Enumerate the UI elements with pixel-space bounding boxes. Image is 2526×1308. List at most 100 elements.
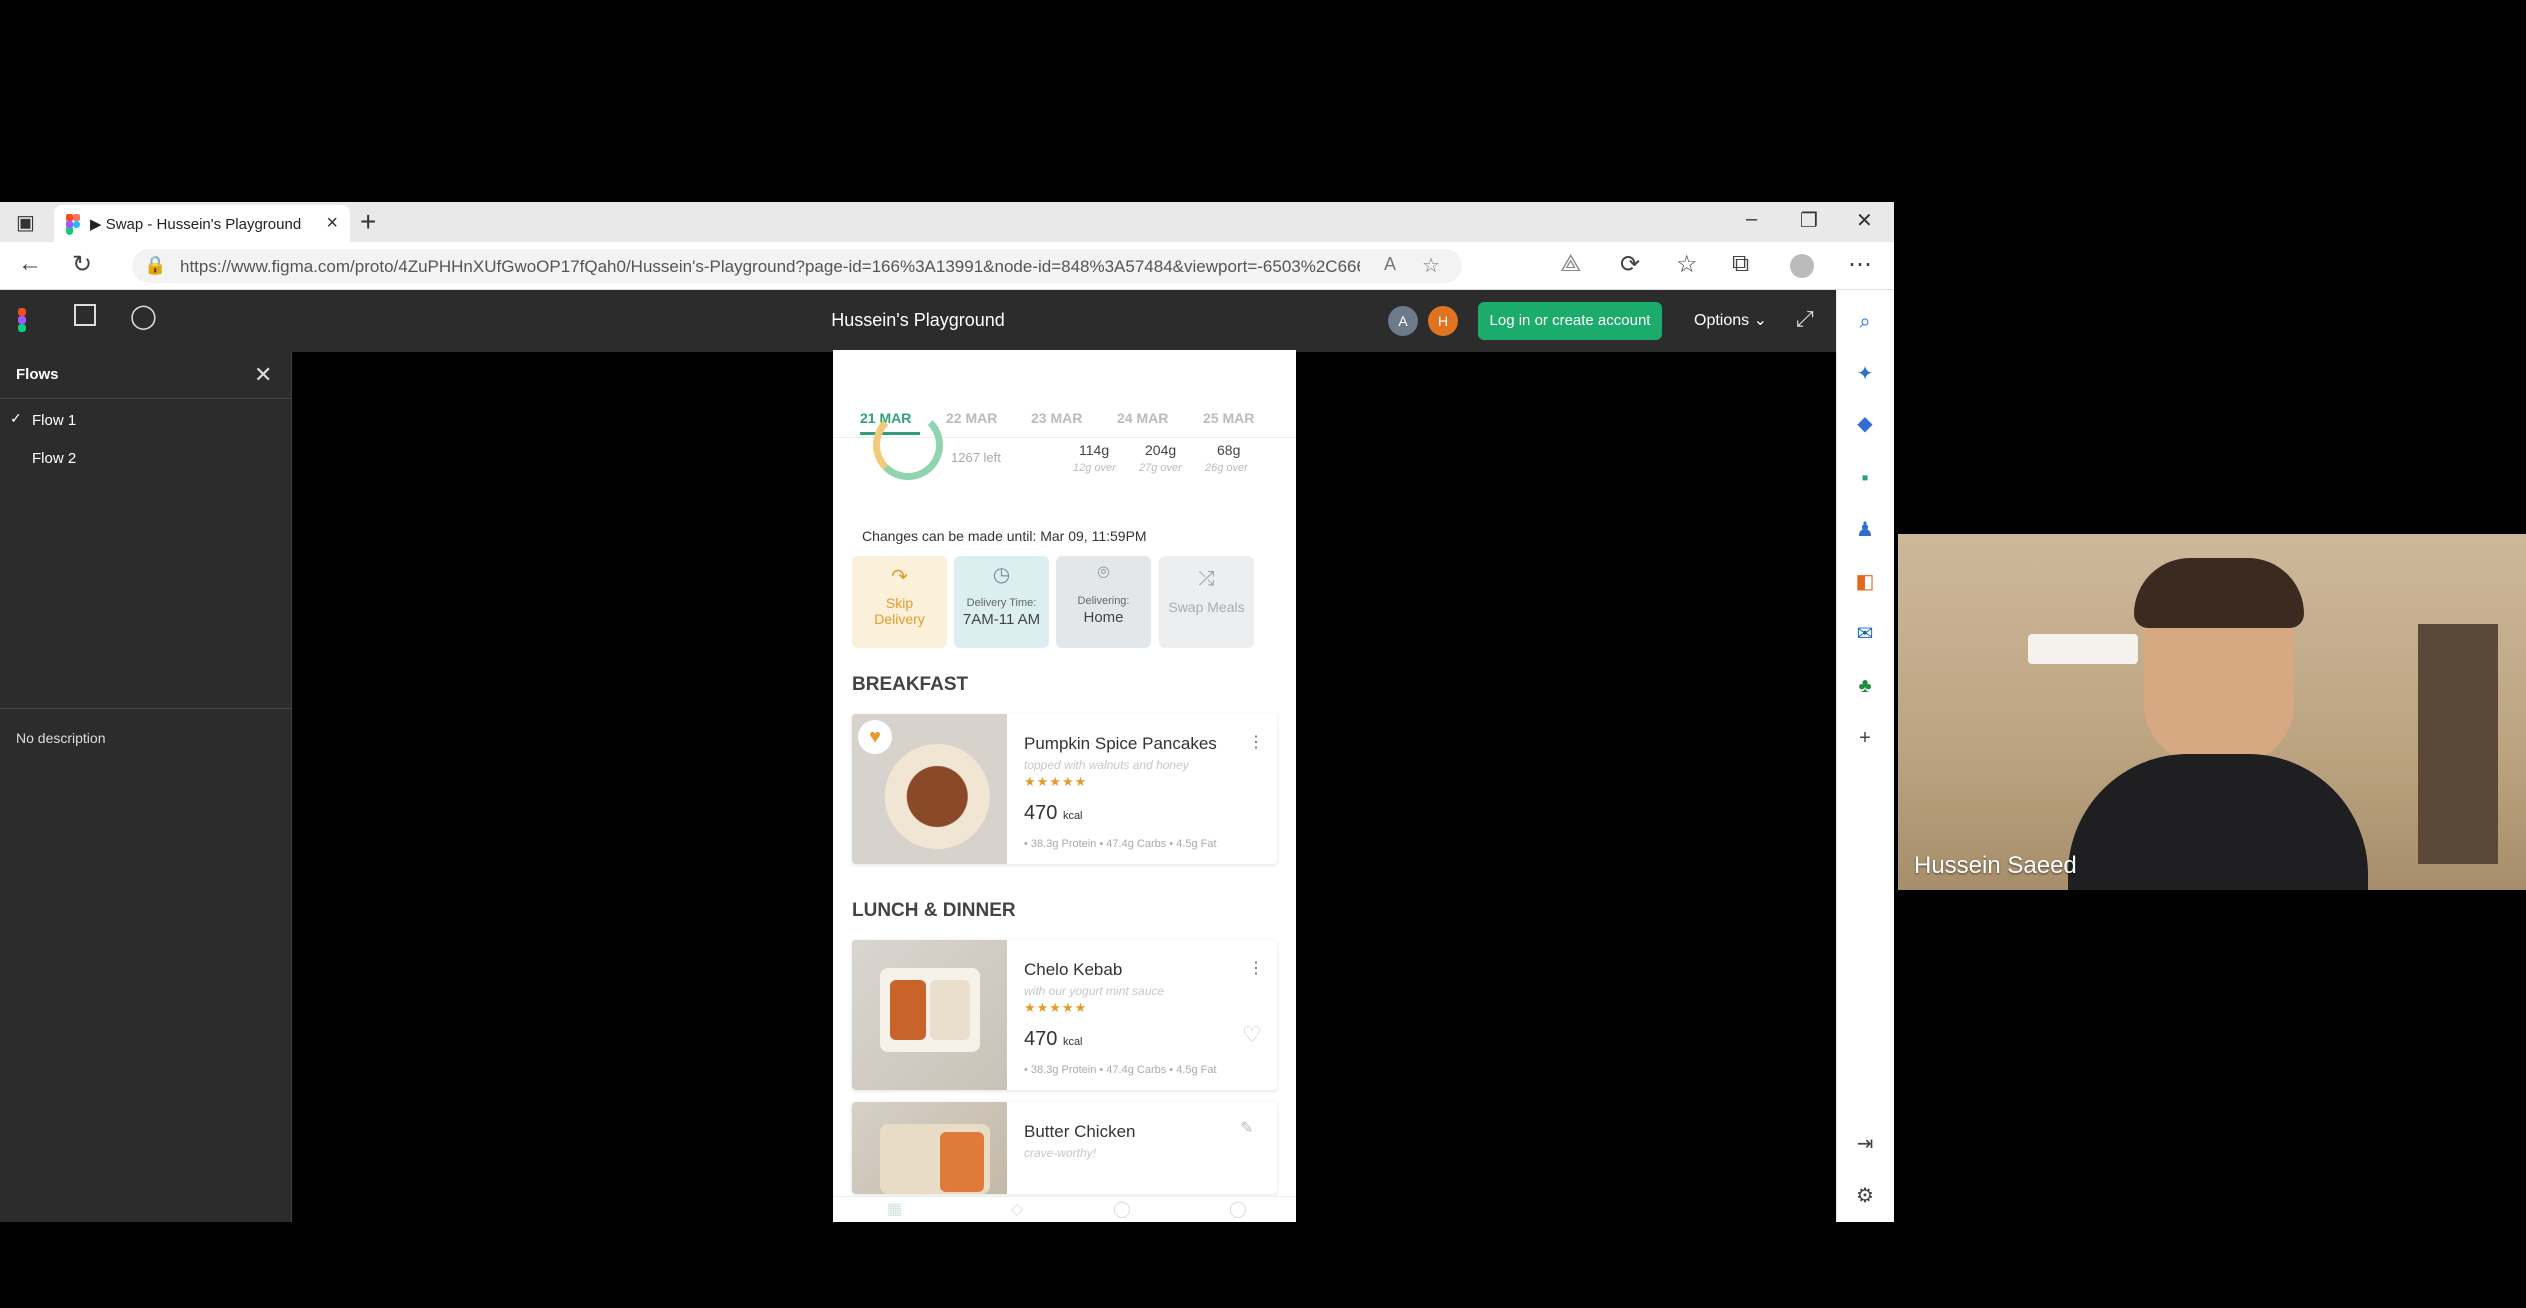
extension-icon[interactable]: ⟁ <box>1560 250 1581 278</box>
avatar[interactable]: H <box>1428 306 1458 336</box>
delivering-button[interactable]: ⌾ Delivering: Home <box>1056 556 1151 648</box>
close-icon[interactable]: ✕ <box>254 362 272 388</box>
avatar[interactable]: A <box>1388 306 1418 336</box>
clock-icon: ◷ <box>992 564 1011 586</box>
new-tab-icon[interactable]: + <box>360 206 376 238</box>
refresh-icon[interactable]: ↻ <box>72 250 92 279</box>
fullscreen-icon[interactable]: ⤢ <box>1796 306 1814 332</box>
rating-stars: ★★★★★ <box>1024 1000 1088 1015</box>
macro-value: 68g <box>1217 442 1241 458</box>
profile-tab-icon[interactable]: ◯ <box>1229 1199 1247 1219</box>
outlook-icon[interactable]: ✉ <box>1853 622 1877 646</box>
read-aloud-icon[interactable]: A <box>1384 254 1396 275</box>
tools-icon[interactable]: ▪ <box>1853 466 1877 490</box>
date-tab[interactable]: 25 MAR <box>1203 410 1254 426</box>
url-text: https://www.figma.com/proto/4ZuPHHnXUfGw… <box>180 257 1360 276</box>
edge-sidebar: ⌕ ✦ ◆ ▪ ♟ ◧ ✉ ♣ + ⇥ ⚙ <box>1836 290 1894 1222</box>
delivery-time-button[interactable]: ◷ Delivery Time: 7AM-11 AM <box>954 556 1049 648</box>
more-icon[interactable]: ⋯ <box>1848 250 1872 279</box>
tab-actions-icon[interactable]: ▣ <box>16 210 35 235</box>
flows-panel: Flows ✕ ✓ Flow 1 Flow 2 No description <box>0 352 292 1222</box>
meal-description: crave-worthy! <box>1024 1146 1097 1160</box>
lock-icon: 🔒 <box>144 255 167 275</box>
swap-meals-button[interactable]: ⤮ Swap Meals <box>1159 556 1254 648</box>
calories-left: 1267 left <box>951 450 1001 465</box>
sidebar-collapse-icon[interactable]: ⇥ <box>1853 1132 1877 1156</box>
close-window-icon[interactable]: ✕ <box>1856 208 1873 233</box>
tab-title: ▶ Swap - Hussein's Playground <box>90 215 302 233</box>
meal-image <box>852 1102 1007 1194</box>
flow-description: No description <box>16 730 106 746</box>
back-icon[interactable]: ← <box>18 250 42 278</box>
section-title: BREAKFAST <box>852 674 969 695</box>
close-icon[interactable]: × <box>326 212 338 235</box>
sync-icon[interactable]: ⟳ <box>1620 250 1640 279</box>
figma-icon <box>66 213 80 235</box>
tree-icon[interactable]: ♣ <box>1853 674 1877 698</box>
door <box>2418 624 2498 864</box>
office-icon[interactable]: ◧ <box>1853 570 1877 594</box>
meal-kcal: 470 kcal <box>1024 1028 1083 1050</box>
copilot-icon[interactable]: ✦ <box>1853 362 1877 386</box>
collections-icon[interactable]: ⧉ <box>1732 250 1749 278</box>
meal-description: topped with walnuts and honey <box>1024 758 1189 772</box>
meal-card[interactable]: Chelo Kebab ⋮ with our yogurt mint sauce… <box>852 940 1277 1090</box>
skip-icon: ↷ <box>891 566 908 588</box>
tab-bar: ▣ ▶ Swap - Hussein's Playground × + – ❐ … <box>0 202 1894 242</box>
settings-icon[interactable]: ⚙ <box>1853 1184 1877 1208</box>
edit-icon[interactable]: ✎ <box>1240 1118 1253 1138</box>
nav-tab-icon[interactable]: ◇ <box>1011 1199 1023 1219</box>
meal-name: Chelo Kebab <box>1024 960 1123 979</box>
date-tab[interactable]: 22 MAR <box>946 410 997 426</box>
shopping-icon[interactable]: ◆ <box>1853 412 1877 436</box>
macro-value: 114g <box>1079 442 1110 458</box>
date-tab[interactable]: 24 MAR <box>1117 410 1168 426</box>
more-vertical-icon[interactable]: ⋮ <box>1248 732 1264 752</box>
macro-sub: 27g over <box>1139 462 1182 474</box>
games-icon[interactable]: ♟ <box>1853 518 1877 542</box>
favorite-icon[interactable]: ☆ <box>1422 253 1440 278</box>
location-pin-icon: ⌾ <box>1097 562 1110 584</box>
meal-macros: • 38.3g Protein • 47.4g Carbs • 4.5g Fat <box>1024 838 1217 850</box>
meals-tab-icon[interactable]: ▦ <box>887 1199 902 1219</box>
more-vertical-icon[interactable]: ⋮ <box>1248 958 1264 978</box>
meal-kcal: 470 kcal <box>1024 802 1083 824</box>
meal-card[interactable]: Butter Chicken ✎ crave-worthy! <box>852 1102 1277 1194</box>
meal-macros: • 38.3g Protein • 47.4g Carbs • 4.5g Fat <box>1024 1064 1217 1076</box>
participant-name: Hussein Saeed <box>1914 852 2077 879</box>
macro-value: 204g <box>1145 442 1177 458</box>
person-hair <box>2134 558 2304 628</box>
macro-sub: 26g over <box>1205 462 1248 474</box>
meal-name: Butter Chicken <box>1024 1122 1136 1141</box>
meal-image <box>852 940 1007 1090</box>
favorites-icon[interactable]: ☆ <box>1676 250 1698 279</box>
air-conditioner <box>2028 634 2138 664</box>
date-tab[interactable]: 23 MAR <box>1031 410 1082 426</box>
flow-item[interactable]: Flow 2 <box>32 450 76 467</box>
minimize-icon[interactable]: – <box>1746 208 1757 231</box>
add-icon[interactable]: + <box>1853 726 1877 750</box>
restore-icon[interactable]: ❐ <box>1800 208 1818 233</box>
url-input[interactable]: 🔒 https://www.figma.com/proto/4ZuPHHnXUf… <box>132 249 1462 283</box>
skip-delivery-button[interactable]: ↷ Skip Delivery <box>852 556 947 648</box>
section-title: LUNCH & DINNER <box>852 900 1016 921</box>
heart-icon[interactable]: ♥ <box>858 720 892 754</box>
search-icon[interactable]: ⌕ <box>1853 310 1877 334</box>
shuffle-icon: ⤮ <box>1198 568 1215 590</box>
flows-title: Flows <box>16 366 59 383</box>
options-dropdown[interactable]: Options ⌄ <box>1694 310 1767 330</box>
check-icon: ✓ <box>10 410 22 426</box>
login-button[interactable]: Log in or create account <box>1478 302 1662 340</box>
meal-description: with our yogurt mint sauce <box>1024 984 1165 998</box>
browser-tab[interactable]: ▶ Swap - Hussein's Playground × <box>54 205 350 242</box>
rating-stars: ★★★★★ <box>1024 774 1088 789</box>
bottom-nav: ▦ ◇ ◯ ◯ <box>833 1196 1296 1222</box>
heart-outline-icon[interactable]: ♡ <box>1242 1022 1262 1048</box>
macro-sub: 12g over <box>1073 462 1116 474</box>
flow-item[interactable]: Flow 1 <box>32 412 76 429</box>
meal-card[interactable]: ♥ Pumpkin Spice Pancakes ⋮ topped with w… <box>852 714 1277 864</box>
calorie-ring <box>873 410 943 480</box>
chat-tab-icon[interactable]: ◯ <box>1113 1199 1131 1219</box>
profile-icon[interactable] <box>1790 254 1814 278</box>
changes-note: Changes can be made until: Mar 09, 11:59… <box>862 528 1147 544</box>
